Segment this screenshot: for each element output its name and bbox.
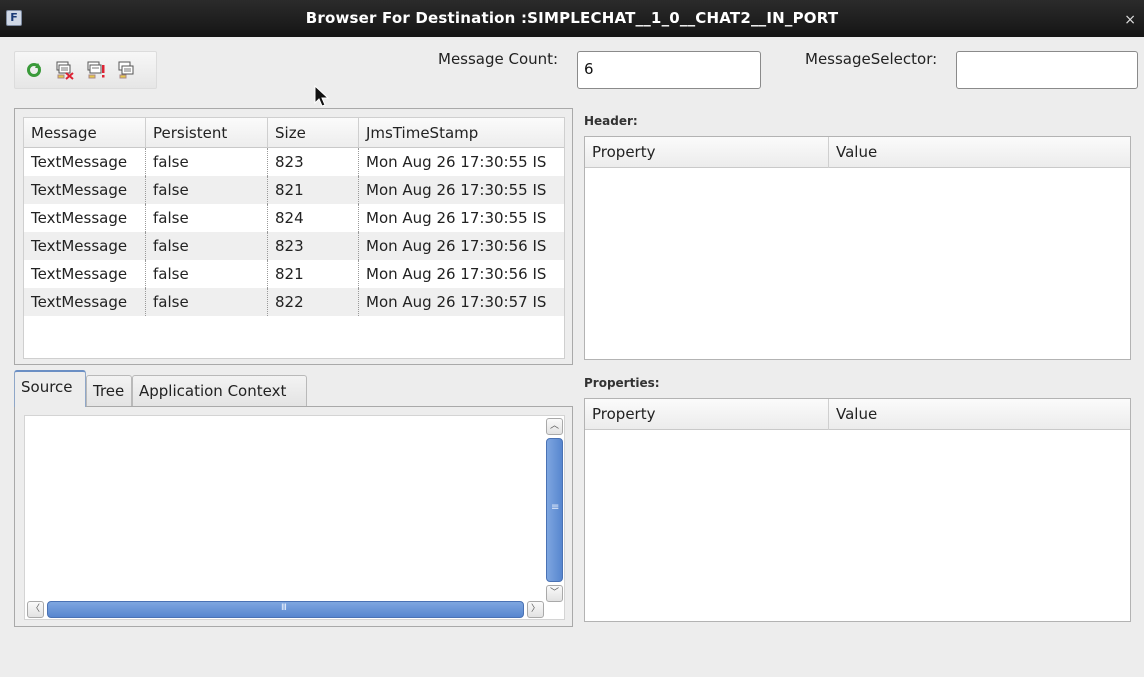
table-row[interactable]: TextMessage false 822 Mon Aug 26 17:30:57 I… [24, 288, 564, 316]
mouse-cursor-icon [314, 84, 330, 107]
column-header-jmstimestamp[interactable]: JmsTimeStamp [359, 118, 564, 148]
table-row[interactable]: TextMessage false 824 Mon Aug 26 17:30:55 I… [24, 204, 564, 232]
column-header-size[interactable]: Size [268, 118, 359, 148]
table-cell: 822 [268, 288, 359, 316]
properties-table: Property Value [584, 398, 1131, 622]
tab-source[interactable]: Source [14, 370, 86, 407]
properties-section-label: Properties: [584, 376, 660, 390]
header-section-label: Header: [584, 114, 638, 128]
scroll-down-icon[interactable]: ﹀ [546, 585, 563, 602]
source-panel: ︿ ≡ ﹀ 〈 III 〉 [14, 406, 573, 627]
table-cell: 821 [268, 176, 359, 204]
table-cell: TextMessage [24, 204, 146, 232]
table-cell: 821 [268, 260, 359, 288]
table-cell: Mon Aug 26 17:30:56 IS [366, 265, 547, 283]
column-header-property[interactable]: Property [585, 399, 829, 430]
header-table: Property Value [584, 136, 1131, 360]
column-header-value[interactable]: Value [829, 137, 1130, 168]
table-cell: false [146, 260, 268, 288]
vertical-scroll-thumb[interactable]: ≡ [546, 438, 563, 582]
message-count-field[interactable]: 6 [577, 51, 761, 89]
table-cell: false [146, 148, 268, 176]
tab-application-context[interactable]: Application Context [132, 375, 307, 407]
table-row[interactable]: TextMessage false 823 Mon Aug 26 17:30:55 I… [24, 148, 564, 176]
copy-messages-button[interactable] [116, 59, 138, 81]
delete-messages-button[interactable] [54, 59, 76, 81]
window-title: Browser For Destination :SIMPLECHAT__1_0… [305, 9, 839, 27]
table-cell: Mon Aug 26 17:30:57 IS [366, 293, 547, 311]
source-text-area[interactable]: ︿ ≡ ﹀ 〈 III 〉 [24, 415, 565, 620]
message-alert-icon [87, 61, 105, 79]
toolbar [14, 51, 157, 89]
table-cell: false [146, 204, 268, 232]
table-cell: Mon Aug 26 17:30:55 IS [366, 181, 547, 199]
column-header-property[interactable]: Property [585, 137, 829, 168]
column-header-persistent[interactable]: Persistent [146, 118, 268, 148]
table-cell: Mon Aug 26 17:30:56 IS [366, 237, 547, 255]
message-selector-input[interactable] [956, 51, 1138, 89]
table-row[interactable]: TextMessage false 821 Mon Aug 26 17:30:56 I… [24, 260, 564, 288]
table-cell: false [146, 176, 268, 204]
grip-icon: ≡ [551, 502, 560, 513]
messages-table-header: Message Persistent Size JmsTimeStamp [24, 118, 564, 148]
table-row[interactable]: TextMessage false 823 Mon Aug 26 17:30:56 I… [24, 232, 564, 260]
messages-panel: Message Persistent Size JmsTimeStamp Tex… [14, 108, 573, 365]
message-count-label: Message Count: [438, 50, 559, 68]
messages-table: Message Persistent Size JmsTimeStamp Tex… [23, 117, 565, 359]
table-cell: false [146, 232, 268, 260]
table-cell: 823 [268, 232, 359, 260]
message-alert-button[interactable] [85, 59, 107, 81]
table-cell: TextMessage [24, 260, 146, 288]
table-cell: Mon Aug 26 17:30:55 IS [366, 153, 547, 171]
scroll-right-icon[interactable]: 〉 [527, 601, 544, 618]
column-header-message[interactable]: Message [24, 118, 146, 148]
table-cell: Mon Aug 26 17:30:55 IS [366, 209, 547, 227]
vertical-scrollbar[interactable]: ︿ ≡ ﹀ [546, 418, 563, 602]
refresh-button[interactable] [23, 59, 45, 81]
table-cell: TextMessage [24, 232, 146, 260]
table-cell: TextMessage [24, 176, 146, 204]
close-icon[interactable]: × [1124, 12, 1136, 28]
table-cell: TextMessage [24, 288, 146, 316]
tab-tree[interactable]: Tree [86, 375, 132, 407]
horizontal-scrollbar[interactable]: 〈 III 〉 [27, 601, 544, 618]
properties-table-header: Property Value [585, 399, 1130, 430]
delete-messages-icon [56, 61, 74, 80]
grip-icon: III [281, 603, 287, 613]
copy-messages-icon [118, 61, 134, 79]
table-cell: TextMessage [24, 148, 146, 176]
column-header-value[interactable]: Value [829, 399, 1130, 430]
table-cell: false [146, 288, 268, 316]
message-selector-label: MessageSelector: [805, 50, 938, 68]
refresh-icon [27, 63, 41, 77]
table-cell: 824 [268, 204, 359, 232]
horizontal-scroll-thumb[interactable]: III [47, 601, 524, 618]
header-table-header: Property Value [585, 137, 1130, 168]
scroll-left-icon[interactable]: 〈 [27, 601, 44, 618]
table-row[interactable]: TextMessage false 821 Mon Aug 26 17:30:55 I… [24, 176, 564, 204]
table-cell: 823 [268, 148, 359, 176]
title-bar: F Browser For Destination :SIMPLECHAT__1… [0, 0, 1144, 37]
scroll-up-icon[interactable]: ︿ [546, 418, 563, 435]
